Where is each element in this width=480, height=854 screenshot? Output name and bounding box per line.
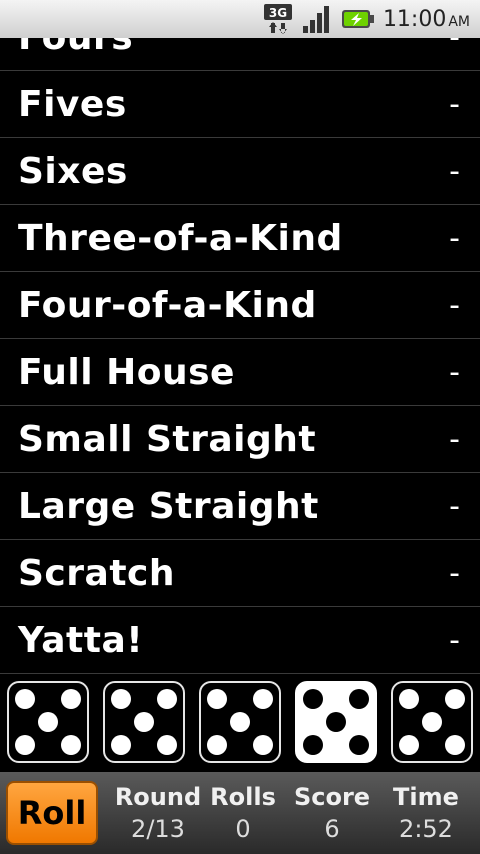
time-text: 11:00 bbox=[382, 6, 447, 32]
score-row-label: Three-of-a-Kind bbox=[18, 217, 343, 259]
die-pip bbox=[399, 735, 419, 755]
score-row-label: Fours bbox=[18, 38, 133, 58]
die-pip bbox=[422, 712, 442, 732]
score-row[interactable]: Large Straight - bbox=[0, 473, 480, 540]
score-row[interactable]: Scratch - bbox=[0, 540, 480, 607]
score-row-label: Four-of-a-Kind bbox=[18, 284, 317, 326]
score-row-value: - bbox=[449, 38, 460, 55]
die[interactable] bbox=[391, 681, 473, 763]
die-pip bbox=[349, 735, 369, 755]
die-pip bbox=[253, 735, 273, 755]
die-pip bbox=[111, 689, 131, 709]
network-type-label: 3G bbox=[269, 6, 287, 20]
die-pip bbox=[230, 712, 250, 732]
die-pip bbox=[303, 689, 323, 709]
score-row[interactable]: Small Straight - bbox=[0, 406, 480, 473]
die-pip bbox=[157, 735, 177, 755]
die-pip bbox=[326, 712, 346, 732]
time-value: 2:52 bbox=[399, 815, 453, 843]
die-pip bbox=[111, 735, 131, 755]
score-label: Score bbox=[293, 783, 371, 811]
die-pip bbox=[15, 735, 35, 755]
score-row[interactable]: Four-of-a-Kind - bbox=[0, 272, 480, 339]
score-row-label: Sixes bbox=[18, 150, 128, 192]
score-row-value: - bbox=[449, 86, 460, 122]
ampm-text: AM bbox=[448, 13, 470, 30]
die-pip bbox=[445, 735, 465, 755]
die-pip bbox=[134, 712, 154, 732]
score-row-value: - bbox=[449, 220, 460, 256]
status-time: 11:00 AM bbox=[383, 7, 470, 32]
score-row-value: - bbox=[449, 421, 460, 457]
round-value: 2/13 bbox=[131, 815, 185, 843]
score-row[interactable]: Three-of-a-Kind - bbox=[0, 205, 480, 272]
die[interactable] bbox=[7, 681, 89, 763]
status-bar: 3G 11:00 AM bbox=[0, 0, 480, 38]
die-pip bbox=[303, 735, 323, 755]
die[interactable] bbox=[103, 681, 185, 763]
dice-row bbox=[0, 674, 480, 770]
score-row-label: Fives bbox=[18, 83, 127, 125]
die-pip bbox=[61, 689, 81, 709]
score-row-label: Small Straight bbox=[18, 418, 317, 460]
score-row-value: - bbox=[449, 622, 460, 658]
die-pip bbox=[253, 689, 273, 709]
die-pip bbox=[349, 689, 369, 709]
score-row-value: - bbox=[449, 354, 460, 390]
rolls-label: Rolls bbox=[210, 783, 276, 811]
score-value: 6 bbox=[324, 815, 340, 843]
die-pip bbox=[38, 712, 58, 732]
score-row-label: Full House bbox=[18, 351, 235, 393]
score-category-list[interactable]: Fours-Fives-Sixes-Three-of-a-Kind-Four-o… bbox=[0, 38, 480, 674]
time-label: Time bbox=[393, 783, 459, 811]
score-row-value: - bbox=[449, 488, 460, 524]
score-row-label: Scratch bbox=[18, 552, 175, 594]
die-pip bbox=[399, 689, 419, 709]
score-row[interactable]: Fours - bbox=[0, 38, 480, 71]
score-row[interactable]: Fives - bbox=[0, 71, 480, 138]
rolls-value: 0 bbox=[235, 815, 251, 843]
roll-button[interactable]: Roll bbox=[6, 781, 98, 845]
battery-charging-icon bbox=[341, 7, 375, 31]
score-row-label: Large Straight bbox=[18, 485, 319, 527]
3g-data-icon: 3G bbox=[263, 3, 293, 35]
round-stat: Round 2/13 bbox=[113, 783, 203, 843]
score-stat: Score 6 bbox=[283, 783, 381, 843]
die-pip bbox=[207, 735, 227, 755]
score-row[interactable]: Yatta! - bbox=[0, 607, 480, 674]
die-pip bbox=[157, 689, 177, 709]
score-row-value: - bbox=[449, 555, 460, 591]
die-pip bbox=[207, 689, 227, 709]
die-pip bbox=[15, 689, 35, 709]
signal-strength-icon bbox=[301, 4, 333, 34]
bottom-bar: Roll Round 2/13 Rolls 0 Score 6 Time 2:5… bbox=[0, 772, 480, 854]
score-row[interactable]: Full House - bbox=[0, 339, 480, 406]
die[interactable] bbox=[199, 681, 281, 763]
score-row-value: - bbox=[449, 153, 460, 189]
die-pip bbox=[445, 689, 465, 709]
score-row[interactable]: Sixes - bbox=[0, 138, 480, 205]
time-stat: Time 2:52 bbox=[381, 783, 471, 843]
score-row-value: - bbox=[449, 287, 460, 323]
held-die[interactable] bbox=[295, 681, 377, 763]
rolls-stat: Rolls 0 bbox=[203, 783, 283, 843]
score-row-label: Yatta! bbox=[18, 619, 144, 661]
die-pip bbox=[61, 735, 81, 755]
round-label: Round bbox=[114, 783, 202, 811]
